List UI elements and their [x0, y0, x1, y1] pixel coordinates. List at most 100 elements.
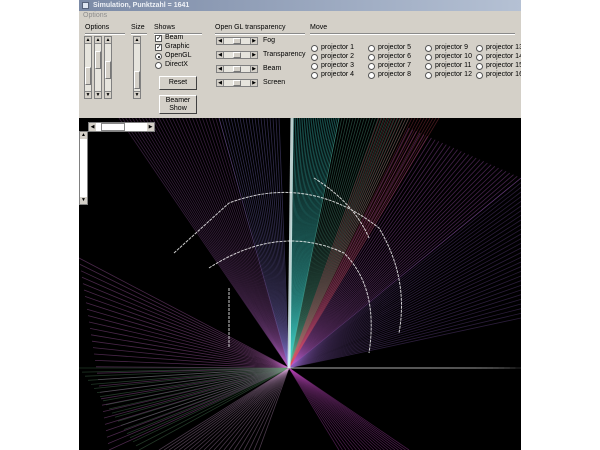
- viewport-horizontal-scrollbar[interactable]: ◀ ▶: [88, 122, 155, 132]
- shows-group-title: Shows: [154, 24, 176, 31]
- arrow-up-icon[interactable]: ▲: [95, 37, 101, 44]
- arrow-right-icon[interactable]: ▶: [250, 52, 257, 58]
- laser-beam-render: [79, 118, 521, 450]
- slider-label-screen: Screen: [263, 79, 286, 86]
- app-icon: [82, 2, 89, 9]
- opengl-radio[interactable]: [155, 53, 162, 60]
- slider-screen[interactable]: ◀ ▶: [216, 79, 258, 87]
- arrow-down-icon[interactable]: ▼: [95, 91, 101, 98]
- projector-9-label: projector 9: [435, 44, 469, 51]
- projector-15-label: projector 15: [486, 62, 521, 69]
- simulation-viewport[interactable]: ◀ ▶ ▲ ▼: [79, 118, 521, 450]
- scroll-thumb[interactable]: [95, 51, 101, 69]
- arrow-up-icon[interactable]: ▲: [105, 37, 111, 44]
- arrow-up-icon[interactable]: ▲: [85, 37, 91, 44]
- arrow-left-icon[interactable]: ◀: [217, 80, 224, 86]
- beamer-show-line-1: Beamer: [165, 96, 191, 104]
- projector-16-radio[interactable]: [476, 72, 483, 79]
- slider-thumb[interactable]: [233, 52, 241, 58]
- title-bar[interactable]: Simulation, Punktzahl = 1641: [79, 0, 521, 11]
- menu-options[interactable]: Options: [83, 11, 107, 21]
- projector-10-label: projector 10: [435, 53, 472, 60]
- projector-2-radio[interactable]: [311, 54, 318, 61]
- projector-13-label: projector 13: [486, 44, 521, 51]
- arrow-left-icon[interactable]: ◀: [217, 66, 224, 72]
- projector-2-label: projector 2: [321, 53, 355, 60]
- projector-5-radio[interactable]: [368, 45, 375, 52]
- slider-label-fog: Fog: [263, 37, 276, 44]
- arrow-down-icon[interactable]: ▼: [105, 91, 111, 98]
- projector-12-radio[interactable]: [425, 72, 432, 79]
- projector-1-label: projector 1: [321, 44, 355, 51]
- projector-11-label: projector 11: [435, 62, 472, 69]
- scroll-thumb[interactable]: [105, 61, 111, 79]
- projector-5-label: projector 5: [378, 44, 412, 51]
- arrow-down-icon[interactable]: ▼: [80, 197, 87, 204]
- beam-label: Beam: [165, 34, 184, 41]
- graphic-checkbox[interactable]: ✓: [155, 44, 162, 51]
- projector-10-radio[interactable]: [425, 54, 432, 61]
- projector-3-radio[interactable]: [311, 63, 318, 70]
- projector-6-radio[interactable]: [368, 54, 375, 61]
- arrow-left-icon[interactable]: ◀: [89, 123, 96, 131]
- viewport-vertical-scrollbar[interactable]: ▲ ▼: [79, 131, 88, 205]
- projector-15-radio[interactable]: [476, 63, 483, 70]
- arrow-right-icon[interactable]: ▶: [250, 38, 257, 44]
- projector-1-radio[interactable]: [311, 45, 318, 52]
- beamer-show-button[interactable]: Beamer Show: [159, 95, 197, 114]
- directx-label: DirectX: [165, 61, 188, 68]
- projector-8-radio[interactable]: [368, 72, 375, 79]
- move-group-title: Move: [310, 24, 328, 31]
- directx-radio[interactable]: [155, 62, 162, 69]
- projector-13-radio[interactable]: [476, 45, 483, 52]
- projector-4-radio[interactable]: [311, 72, 318, 79]
- projector-7-label: projector 7: [378, 62, 412, 69]
- projector-11-radio[interactable]: [425, 63, 432, 70]
- size-group-title: Size: [131, 24, 145, 31]
- slider-thumb[interactable]: [233, 38, 241, 44]
- projector-8-label: projector 8: [378, 71, 412, 78]
- slider-beam[interactable]: ◀ ▶: [216, 65, 258, 73]
- options-scrollbar-3[interactable]: ▲ ▼: [104, 36, 112, 99]
- window-title: Simulation, Punktzahl = 1641: [93, 2, 190, 9]
- check-icon: ✓: [156, 44, 162, 51]
- size-scrollbar[interactable]: ▲ ▼: [133, 36, 141, 99]
- scroll-thumb[interactable]: [134, 71, 140, 89]
- slider-fog[interactable]: ◀ ▶: [216, 37, 258, 45]
- arrow-up-icon[interactable]: ▲: [80, 132, 87, 139]
- projector-6-label: projector 6: [378, 53, 412, 60]
- options-scrollbar-1[interactable]: ▲ ▼: [84, 36, 92, 99]
- size-group-divider: [131, 33, 147, 35]
- move-group-divider: [310, 33, 515, 35]
- arrow-down-icon[interactable]: ▼: [85, 91, 91, 98]
- projector-9-radio[interactable]: [425, 45, 432, 52]
- viewport-hscroll-thumb[interactable]: [101, 123, 125, 131]
- projector-12-label: projector 12: [435, 71, 472, 78]
- slider-thumb[interactable]: [233, 80, 241, 86]
- projector-7-radio[interactable]: [368, 63, 375, 70]
- options-scrollbar-2[interactable]: ▲ ▼: [94, 36, 102, 99]
- arrow-up-icon[interactable]: ▲: [134, 37, 140, 44]
- check-icon: ✓: [156, 35, 162, 42]
- reset-button[interactable]: Reset: [159, 76, 197, 90]
- arrow-right-icon[interactable]: ▶: [250, 80, 257, 86]
- projector-14-label: projector 14: [486, 53, 521, 60]
- arrow-left-icon[interactable]: ◀: [217, 38, 224, 44]
- projector-16-label: projector 16: [486, 71, 521, 78]
- projector-3-label: projector 3: [321, 62, 355, 69]
- graphic-label: Graphic: [165, 43, 190, 50]
- beam-checkbox[interactable]: ✓: [155, 35, 162, 42]
- slider-thumb[interactable]: [233, 66, 241, 72]
- projector-14-radio[interactable]: [476, 54, 483, 61]
- slider-label-transparency: Transparency: [263, 51, 306, 58]
- arrow-right-icon[interactable]: ▶: [250, 66, 257, 72]
- arrow-down-icon[interactable]: ▼: [134, 91, 140, 98]
- arrow-left-icon[interactable]: ◀: [217, 52, 224, 58]
- slider-transparency[interactable]: ◀ ▶: [216, 51, 258, 59]
- slider-label-beam: Beam: [263, 65, 282, 72]
- opengl-label: OpenGL: [165, 52, 192, 59]
- menu-bar: Options: [79, 11, 521, 21]
- arrow-right-icon[interactable]: ▶: [147, 123, 154, 131]
- scroll-thumb[interactable]: [85, 67, 91, 85]
- options-group-title: Options: [85, 24, 110, 31]
